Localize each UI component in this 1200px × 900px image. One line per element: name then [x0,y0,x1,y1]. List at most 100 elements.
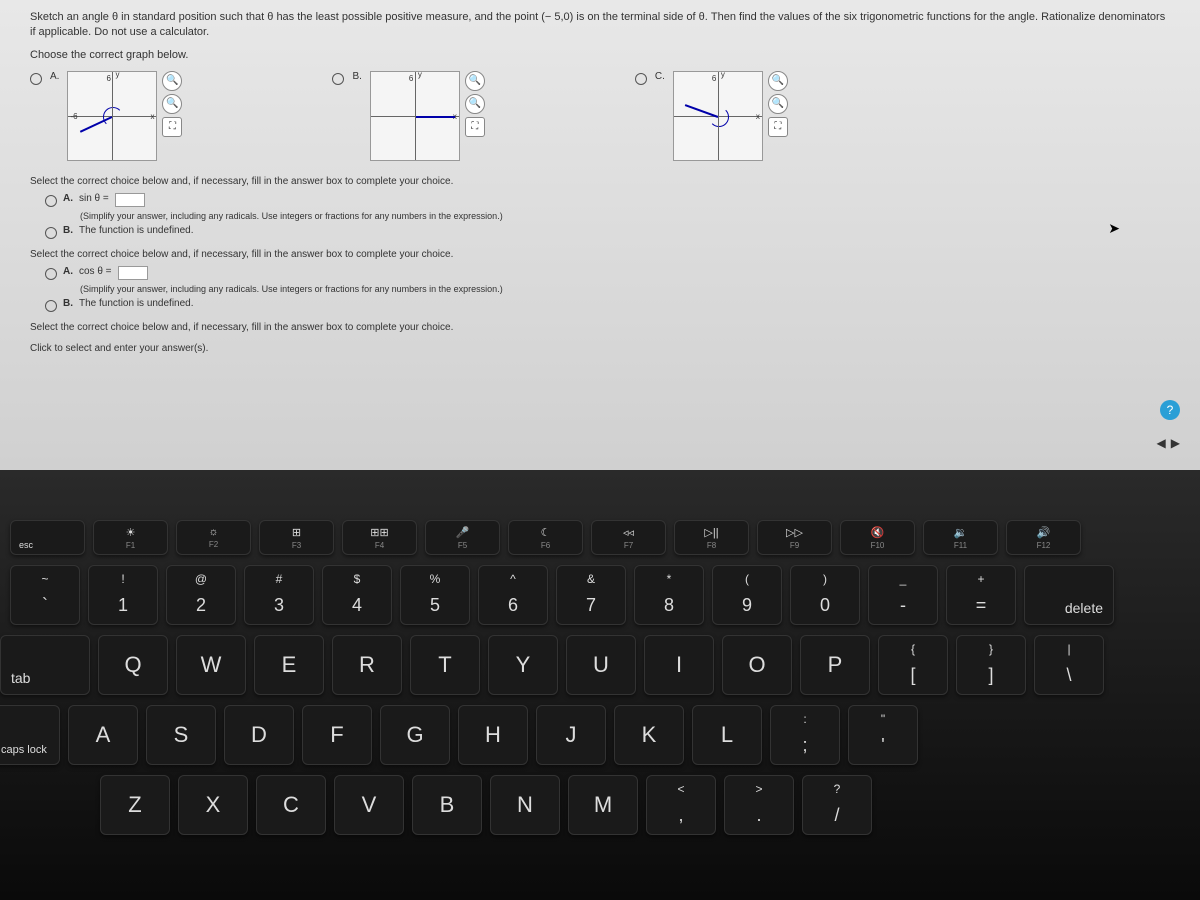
select-prompt-3: Select the correct choice below and, if … [30,322,1170,333]
key-h: H [458,705,528,765]
key-punct: :; [770,705,840,765]
key-F3: ⊞F3 [259,520,334,555]
zoom-in-icon[interactable]: 🔍 [162,71,182,91]
footer-instruction: Click to select and enter your answer(s)… [30,343,1170,354]
sin-choice-b[interactable]: B. The function is undefined. [45,225,1170,239]
prev-arrow[interactable]: ◀ [1157,436,1166,450]
key-F2: ☼F2 [176,520,251,555]
expand-icon[interactable]: ⛶ [768,117,788,137]
option-a-label: A. [50,71,59,82]
cursor-icon: ➤ [1108,220,1120,237]
key-o: O [722,635,792,695]
help-button[interactable]: ? [1160,400,1180,420]
key-punct: <, [646,775,716,835]
key-3: #3 [244,565,314,625]
key-9: (9 [712,565,782,625]
graph-option-a[interactable]: A. y x 6 -6 🔍 🔍 ⛶ [30,71,182,161]
key-bracket: }] [956,635,1026,695]
key-F5: 🎤F5 [425,520,500,555]
function-key-row: esc☀F1☼F2⊞F3⊞⊞F4🎤F5☾F6◃◃F7▷||F8▷▷F9🔇F10🔉… [0,520,1190,555]
zoom-in-icon[interactable]: 🔍 [768,71,788,91]
question-prompt: Sketch an angle θ in standard position s… [30,10,1170,41]
asdf-row: caps lockASDFGHJKL:;"' [0,705,1190,765]
key-v: V [334,775,404,835]
key-F12: 🔊F12 [1006,520,1081,555]
key-F9: ▷▷F9 [757,520,832,555]
graph-c: y x 6 [673,71,763,161]
key-F6: ☾F6 [508,520,583,555]
nav-arrows: ◀ ▶ [1157,436,1180,450]
key-delete: delete [1024,565,1114,625]
key-c: C [256,775,326,835]
key--: _- [868,565,938,625]
key-r: R [332,635,402,695]
key-4: $4 [322,565,392,625]
sin-input[interactable] [115,193,145,207]
radio-c[interactable] [635,73,647,85]
sin-choice-a[interactable]: A. sin θ = [45,193,1170,207]
qwerty-row: tabQWERTYUIOP{[}]|\ [0,635,1190,695]
next-arrow[interactable]: ▶ [1171,436,1180,450]
key-n: N [490,775,560,835]
radio-cos-a[interactable] [45,268,57,280]
zoom-out-icon[interactable]: 🔍 [465,94,485,114]
graph-a: y x 6 -6 [67,71,157,161]
key-1: !1 [88,565,158,625]
expand-icon[interactable]: ⛶ [465,117,485,137]
cos-section: Select the correct choice below and, if … [30,249,1170,312]
number-key-row: ~`!1@2#3$4%5^6&7*8(9)0_-+=delete [0,565,1190,625]
key-bracket: {[ [878,635,948,695]
graph-options: A. y x 6 -6 🔍 🔍 ⛶ B. [30,71,1170,161]
key-F4: ⊞⊞F4 [342,520,417,555]
key-a: A [68,705,138,765]
radio-sin-a[interactable] [45,195,57,207]
key-punct: >. [724,775,794,835]
key-m: M [568,775,638,835]
key-x: X [178,775,248,835]
key-bracket: |\ [1034,635,1104,695]
key-z: Z [100,775,170,835]
sin-section: Select the correct choice below and, if … [30,176,1170,239]
expand-icon[interactable]: ⛶ [162,117,182,137]
sin-hint: (Simplify your answer, including any rad… [80,211,1170,221]
key-k: K [614,705,684,765]
key-6: ^6 [478,565,548,625]
cos-input[interactable] [118,266,148,280]
cos-hint: (Simplify your answer, including any rad… [80,284,1170,294]
key-tab: tab [0,635,90,695]
graph-option-c[interactable]: C. y x 6 🔍 🔍 ⛶ [635,71,788,161]
radio-b[interactable] [332,73,344,85]
cos-choice-b[interactable]: B. The function is undefined. [45,298,1170,312]
radio-a[interactable] [30,73,42,85]
key-b: B [412,775,482,835]
key-F11: 🔉F11 [923,520,998,555]
key-0: )0 [790,565,860,625]
key-u: U [566,635,636,695]
radio-sin-b[interactable] [45,227,57,239]
select-prompt: Select the correct choice below and, if … [30,176,1170,187]
key-F8: ▷||F8 [674,520,749,555]
key-punct: "' [848,705,918,765]
key-w: W [176,635,246,695]
zoom-out-icon[interactable]: 🔍 [768,94,788,114]
key-s: S [146,705,216,765]
option-b-label: B. [352,71,361,82]
key-e: E [254,635,324,695]
cos-choice-a[interactable]: A. cos θ = [45,266,1170,280]
key-=: += [946,565,1016,625]
key-t: T [410,635,480,695]
select-prompt-2: Select the correct choice below and, if … [30,249,1170,260]
key-F7: ◃◃F7 [591,520,666,555]
zoom-out-icon[interactable]: 🔍 [162,94,182,114]
key-7: &7 [556,565,626,625]
key-esc: esc [10,520,85,555]
key-d: D [224,705,294,765]
key-q: Q [98,635,168,695]
key-capslock: caps lock [0,705,60,765]
option-c-label: C. [655,71,665,82]
graph-option-b[interactable]: B. y x 6 🔍 🔍 ⛶ [332,71,484,161]
zoom-in-icon[interactable]: 🔍 [465,71,485,91]
graph-b: y x 6 [370,71,460,161]
key-i: I [644,635,714,695]
radio-cos-b[interactable] [45,300,57,312]
